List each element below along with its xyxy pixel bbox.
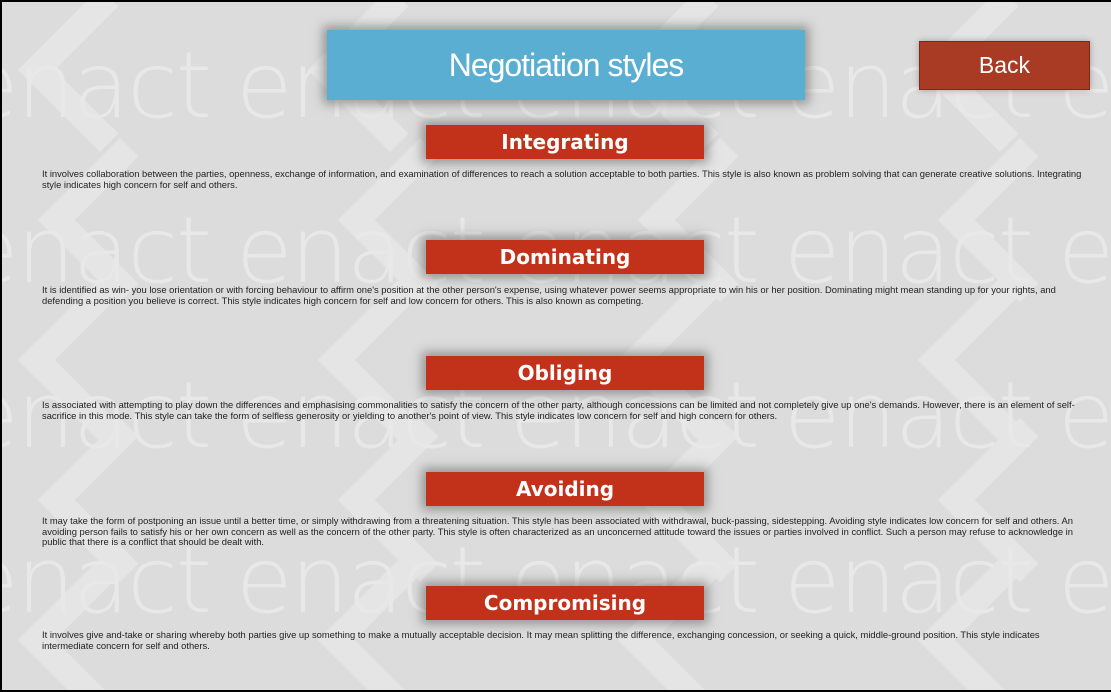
negotiation-styles-screen: enactenactenactenactenact enactenactenac… [2,2,1111,690]
watermark-arrow-icon [917,557,1083,690]
watermark-arrow-icon [17,2,183,153]
watermark-arrow-icon [317,557,483,690]
page-title: Negotiation styles [448,46,685,83]
section-description-avoiding: It may take the form of postponing an is… [42,515,1073,547]
watermark-arrow-icon [937,137,1103,303]
section-header-compromising: Compromising [426,586,704,620]
watermark-arrow-icon [637,137,803,303]
watermark-arrow-icon [937,417,1103,583]
back-button[interactable]: Back [919,41,1090,90]
watermark-arrow-icon [37,417,203,583]
section-header-integrating: Integrating [426,125,704,159]
watermark-arrow-icon [337,137,503,303]
watermark-arrow-icon [17,557,183,690]
section-header-dominating: Dominating [426,240,704,274]
section-header-obliging: Obliging [426,356,704,390]
section-description-compromising: It involves give and-take or sharing whe… [42,629,1040,651]
section-description-dominating: It is identified as win- you lose orient… [42,284,1056,306]
watermark-arrow-icon [617,557,783,690]
section-description-obliging: Is associated with attempting to play do… [42,399,1075,421]
section-header-avoiding: Avoiding [426,472,704,506]
watermark-arrow-icon [37,137,203,303]
page-title-banner: Negotiation styles [327,30,805,100]
section-description-integrating: It involves collaboration between the pa… [42,168,1082,190]
